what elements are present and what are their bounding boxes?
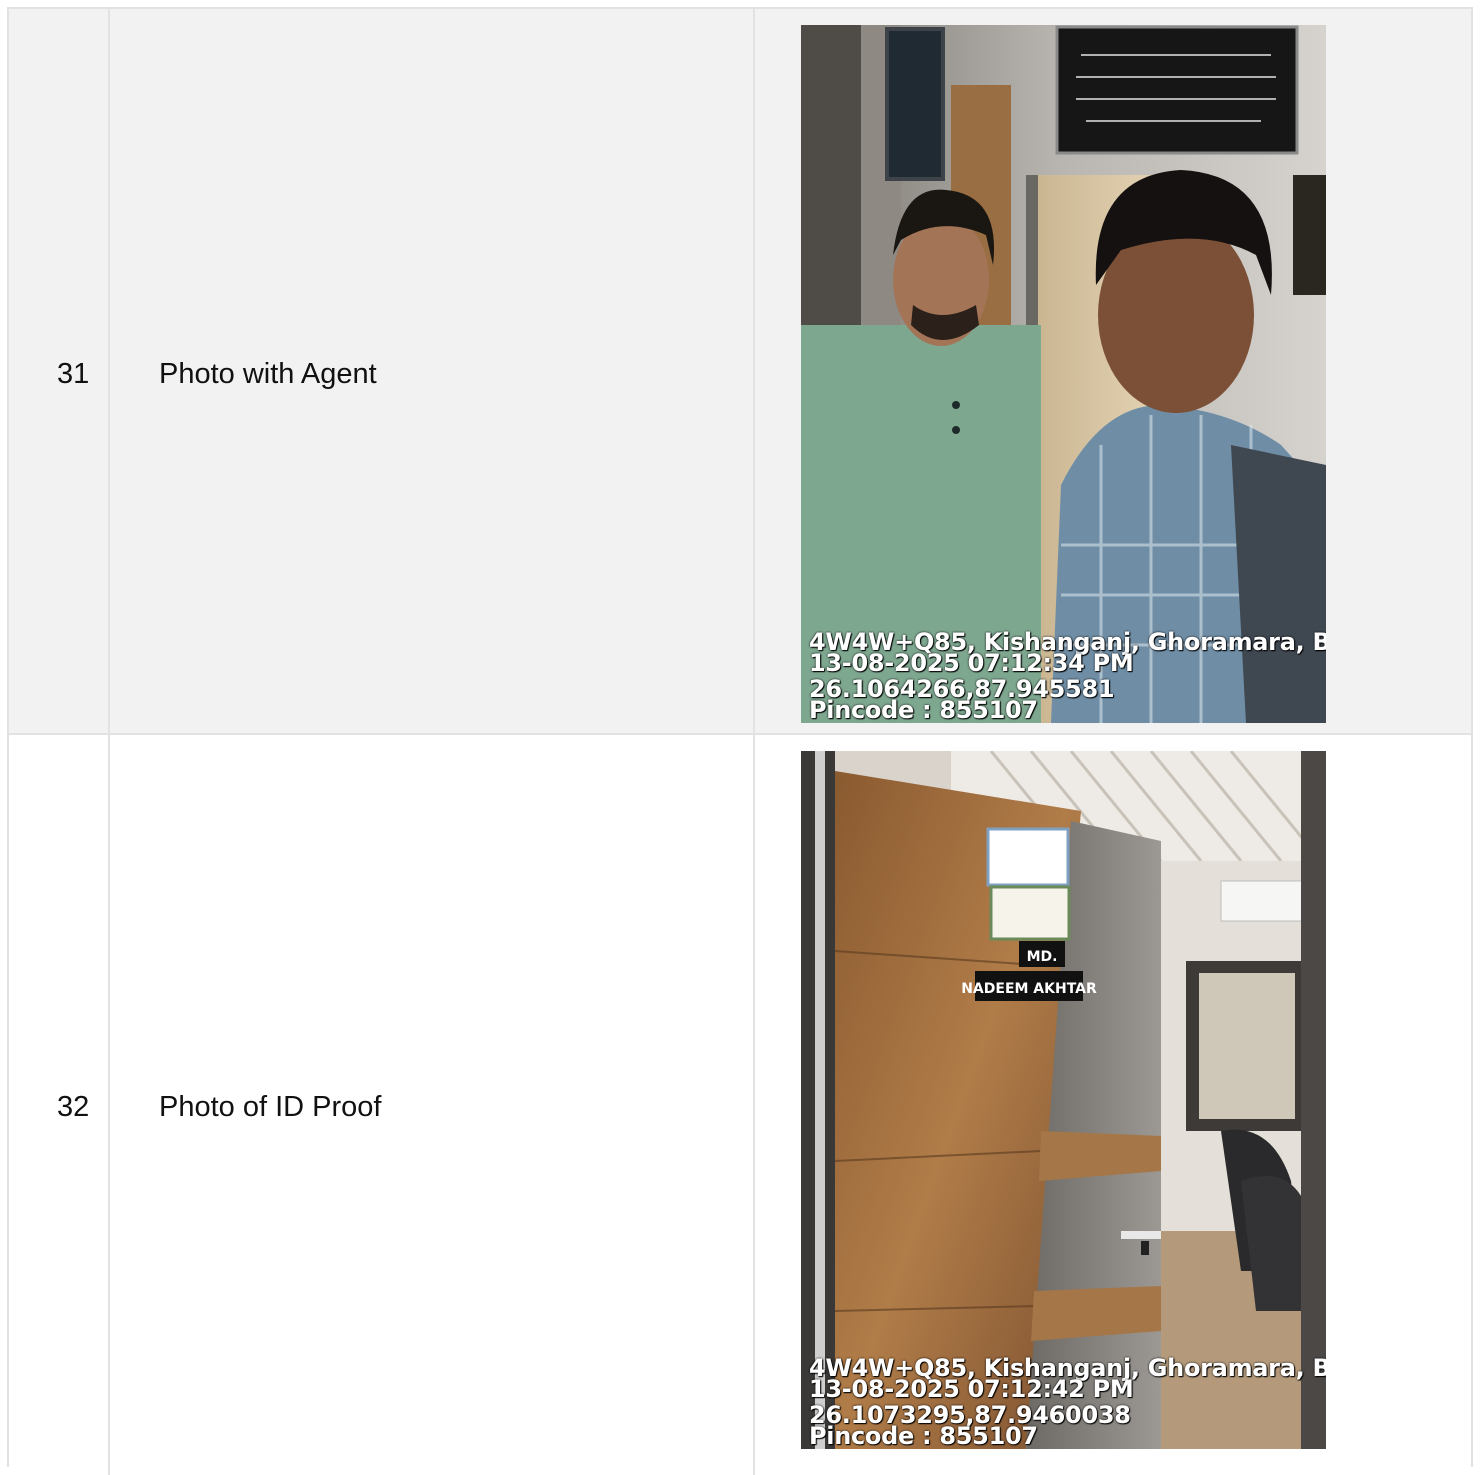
item-label-cell: Photo of ID Proof [110,735,755,1475]
photo-cell: MD. NADEEM AKHTAR 4W4W+Q85, Kishanganj, … [755,735,1471,1475]
item-label: Photo with Agent [159,358,377,390]
geo-timestamp-overlay: 4W4W+Q85, Kishanganj, Ghoramara, Bihar 8… [809,630,1326,723]
table-row: 31 Photo with Agent 4W4W+Q85, Kishanganj… [9,9,1471,735]
stamp-datetime: 13-08-2025 07:12:42 PM [809,1375,1134,1403]
serial-number: 31 [57,358,90,390]
table-row: 32 Photo of ID Proof MD. NADEEM AKHTAR 4… [9,735,1471,1475]
nameplate-line-1: MD. [1027,949,1058,965]
door-nameplate-photo-image: MD. NADEEM AKHTAR [801,751,1326,1449]
nameplate-line-2: NADEEM AKHTAR [961,981,1097,997]
stamp-pincode: Pincode : 855107 [809,1422,1038,1449]
geo-timestamp-overlay: 4W4W+Q85, Kishanganj, Ghoramara, Bihar 8… [809,1356,1326,1449]
agent-selfie-photo[interactable]: 4W4W+Q85, Kishanganj, Ghoramara, Bihar 8… [801,25,1326,723]
selfie-photo-image [801,25,1326,723]
serial-number-cell: 32 [9,735,110,1475]
document-table: 31 Photo with Agent 4W4W+Q85, Kishanganj… [7,7,1473,1475]
id-proof-photo[interactable]: MD. NADEEM AKHTAR 4W4W+Q85, Kishanganj, … [801,751,1326,1449]
serial-number-cell: 31 [9,9,110,733]
item-label: Photo of ID Proof [159,1091,382,1123]
photo-cell: 4W4W+Q85, Kishanganj, Ghoramara, Bihar 8… [755,9,1471,733]
stamp-datetime: 13-08-2025 07:12:34 PM [809,649,1134,677]
item-label-cell: Photo with Agent [110,9,755,733]
stamp-pincode: Pincode : 855107 [809,696,1038,723]
serial-number: 32 [57,1091,90,1123]
